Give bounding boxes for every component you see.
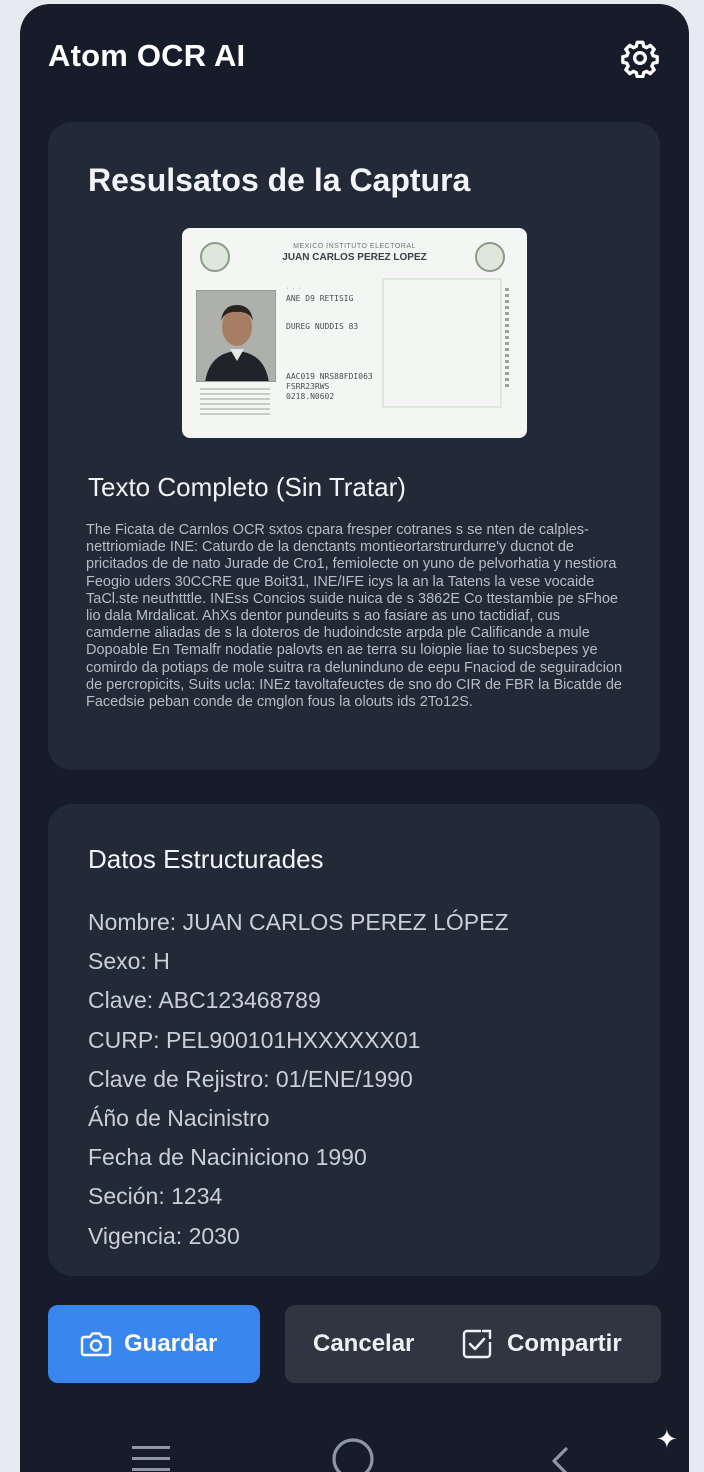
raw-text-body: The Ficata de Carnlos OCR sxtos cpara fr… [86, 522, 623, 711]
capture-results-card: Resulsatos de la Captura MEXICO INSTITUT… [48, 122, 660, 770]
structured-data-card: Datos Estructurades Nombre: JUAN CARLOS … [48, 804, 660, 1276]
gear-icon[interactable] [620, 38, 660, 78]
field-clave-registro: Clave de Rejistro: 01/ENE/1990 [88, 1065, 413, 1092]
id-card-fine-print [200, 388, 270, 418]
id-card-side-text [505, 288, 509, 388]
id-card-watermark [382, 278, 502, 408]
menu-icon[interactable] [130, 1444, 172, 1472]
id-card-line: DUREG NUDDIS 83 [286, 322, 359, 331]
id-card-line: 0218.N0602 [286, 392, 335, 401]
id-card-image[interactable]: MEXICO INSTITUTO ELECTORAL JUAN CARLOS P… [182, 228, 527, 438]
back-icon[interactable] [548, 1446, 572, 1472]
field-vigencia: Vigencia: 2030 [88, 1222, 240, 1249]
id-card-label: · · · [286, 286, 302, 292]
app-title: Atom OCR AI [48, 38, 246, 73]
id-card-header: MEXICO INSTITUTO ELECTORAL [293, 243, 416, 250]
id-card-line: AAC019 NRS88FDI063 [286, 372, 373, 381]
sparkle-icon: ✦ [656, 1424, 678, 1454]
share-button[interactable]: Compartir [461, 1305, 622, 1383]
save-button[interactable]: Guardar [48, 1305, 260, 1383]
raw-text-title: Texto Completo (Sin Tratar) [88, 472, 406, 502]
secondary-actions: Cancelar Compartir [285, 1305, 661, 1383]
field-sexo: Sexo: H [88, 948, 170, 975]
results-title: Resulsatos de la Captura [88, 162, 471, 198]
field-nombre: Nombre: JUAN CARLOS PEREZ LÓPEZ [88, 909, 509, 935]
field-seccion: Seción: 1234 [88, 1183, 223, 1210]
id-card-line: FSRR23RWS [286, 382, 330, 391]
camera-icon [80, 1332, 112, 1357]
field-fecha-nacimiento: Fecha de Naciniciono 1990 [88, 1144, 367, 1171]
field-clave: Clave: ABC123468789 [88, 987, 321, 1014]
cancel-button[interactable]: Cancelar [313, 1305, 414, 1383]
id-card-name: JUAN CARLOS PEREZ LOPEZ [282, 252, 427, 263]
structured-fields: Nombre: JUAN CARLOS PEREZ LÓPEZ Sexo: H … [88, 907, 509, 1260]
id-card-photo [196, 290, 276, 382]
structured-data-title: Datos Estructurades [88, 844, 324, 874]
app-screen: Atom OCR AI Resulsatos de la Captura MEX… [20, 4, 689, 1472]
field-ano-registro: Áño de Nacinistro [88, 1104, 270, 1131]
share-check-icon [462, 1329, 492, 1359]
id-card-line: ANE D9 RETISIG [286, 294, 354, 303]
field-curp: CURP: PEL900101HXXXXXX01 [88, 1026, 421, 1053]
save-button-label: Guardar [124, 1330, 218, 1357]
home-icon[interactable] [330, 1436, 376, 1472]
share-button-label: Compartir [507, 1330, 622, 1357]
